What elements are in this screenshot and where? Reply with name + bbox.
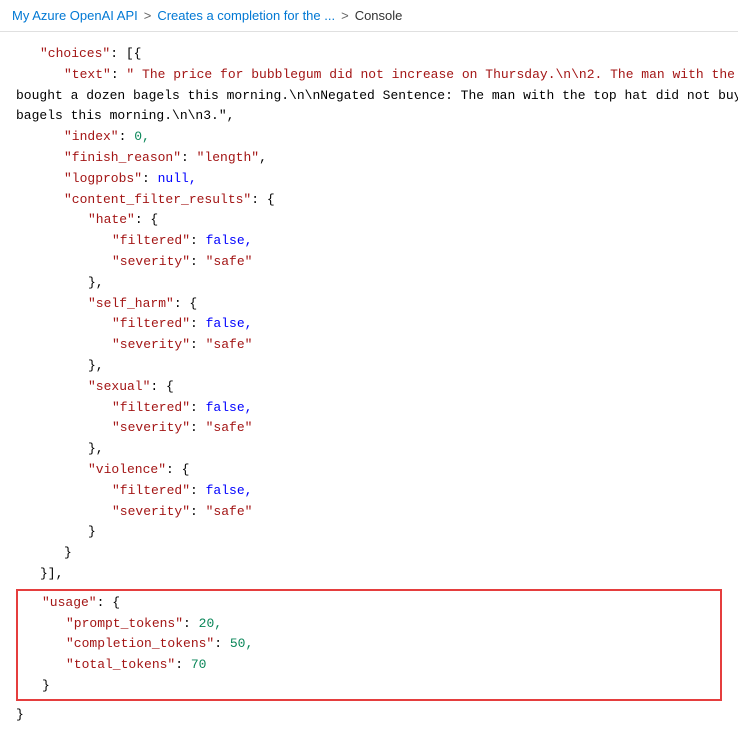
breadcrumb-sep-1: >: [144, 8, 152, 23]
usage-highlight-block: "usage": {"prompt_tokens": 20,"completio…: [16, 589, 722, 701]
breadcrumb-current: Console: [355, 8, 403, 23]
breadcrumb-sep-2: >: [341, 8, 349, 23]
breadcrumb-bar: My Azure OpenAI API > Creates a completi…: [0, 0, 738, 32]
code-area: "choices": [{"text": " The price for bub…: [0, 32, 738, 738]
breadcrumb-link-2[interactable]: Creates a completion for the ...: [157, 8, 335, 23]
breadcrumb-link-1[interactable]: My Azure OpenAI API: [12, 8, 138, 23]
